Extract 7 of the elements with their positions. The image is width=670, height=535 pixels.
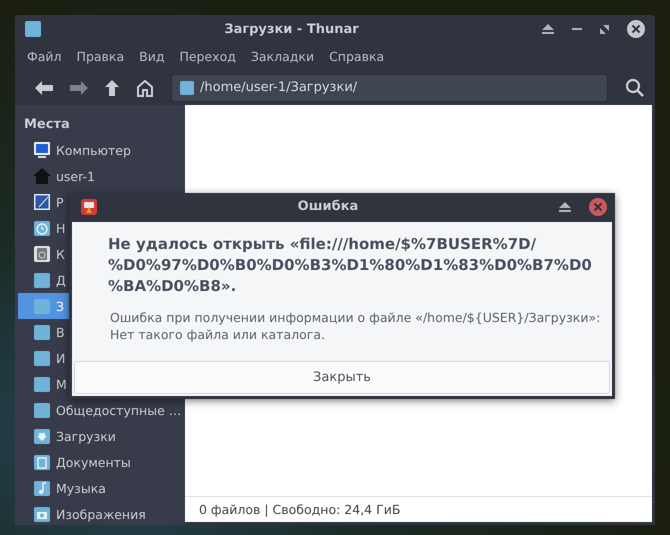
error-message: Ошибка при получении информации о файле «/home/${USER}/Загрузки»: Нет такого файла или каталога. <box>110 309 602 343</box>
location-path: /home/user-1/Загрузки/ <box>200 80 358 95</box>
error-heading: Не удалось открыть «file:///home/$%7BUSER%7D/ %D0%97%D0%B0%D0%B3%D1%80%D1%83%D0%B7%D0 %BA%D0%B8». <box>108 234 592 297</box>
dialog-title: Ошибка <box>296 199 360 214</box>
status-bar: 0 файлов | Свободно: 24,4 ГиБ <box>185 496 652 522</box>
sidebar-heading: Места <box>23 116 71 134</box>
window-title: Загрузки - Thunar <box>223 22 360 36</box>
